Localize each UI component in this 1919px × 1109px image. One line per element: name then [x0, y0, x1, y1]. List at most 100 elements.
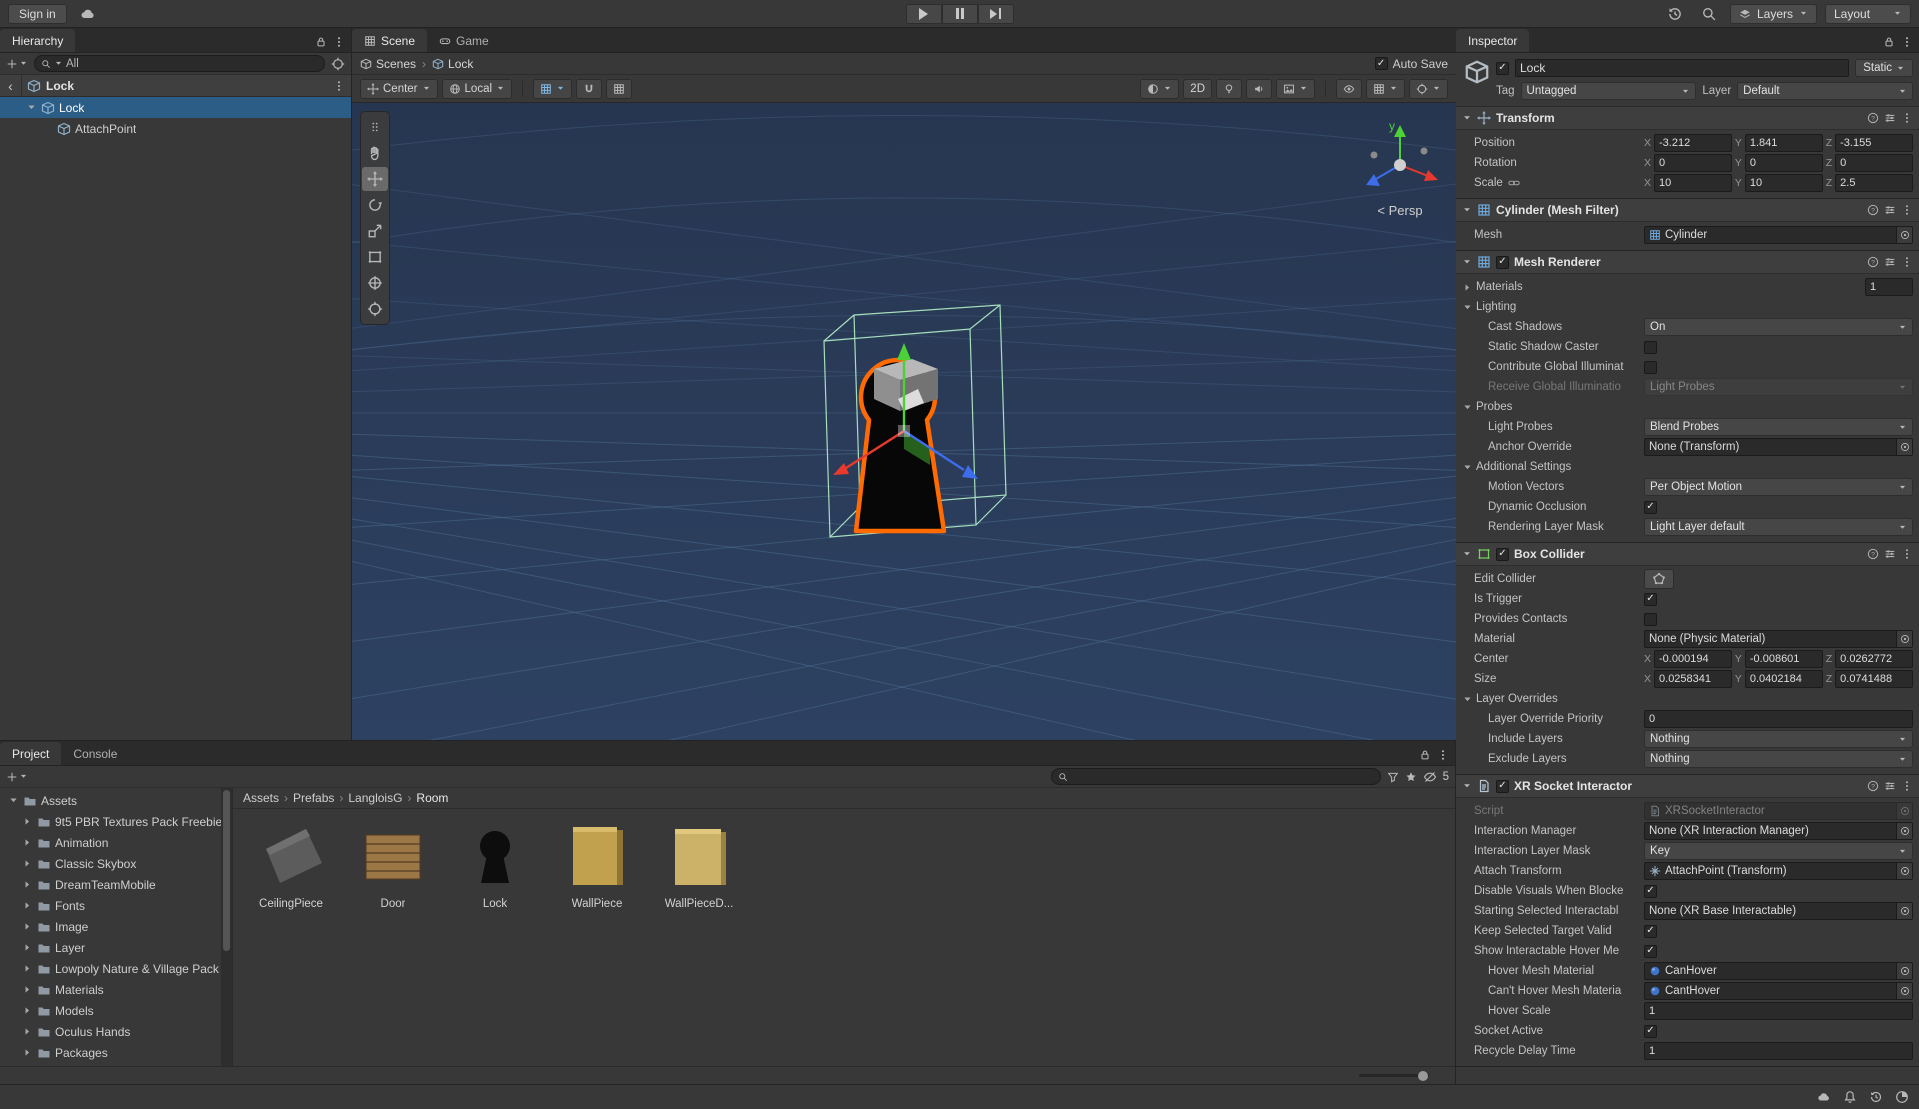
view-tool-button[interactable]: [362, 141, 388, 165]
asset-ceilingpiece[interactable]: CeilingPiece: [243, 817, 339, 910]
cast-shadows-dropdown[interactable]: On: [1644, 318, 1913, 336]
foldout-arrow[interactable]: [22, 858, 33, 869]
help-icon[interactable]: ?: [1867, 780, 1879, 792]
layout-dropdown[interactable]: Layout: [1825, 4, 1911, 24]
folder-layer[interactable]: Layer: [0, 937, 232, 958]
material-object-field[interactable]: None (Physic Material): [1644, 630, 1913, 648]
value-field[interactable]: -0.000194: [1654, 650, 1732, 668]
create-object-button[interactable]: [6, 58, 28, 70]
preset-icon[interactable]: [1884, 204, 1896, 216]
foldout-arrow[interactable]: [22, 984, 33, 995]
foldout-arrow[interactable]: [1462, 462, 1473, 473]
cloud-status-icon[interactable]: [1817, 1090, 1831, 1104]
foldout-arrow[interactable]: [22, 837, 33, 848]
grid-snap-button[interactable]: [606, 79, 632, 99]
static-dropdown[interactable]: Static: [1855, 59, 1913, 77]
menu-icon[interactable]: [1901, 548, 1913, 560]
component-header[interactable]: Transform?: [1456, 107, 1919, 130]
prefab-back-button[interactable]: ‹: [0, 75, 22, 96]
move-tool-button[interactable]: [362, 167, 388, 191]
foldout-arrow[interactable]: [22, 963, 33, 974]
value-field[interactable]: 0.0258341: [1654, 670, 1732, 688]
search-icon[interactable]: [1696, 4, 1722, 24]
object-picker-icon[interactable]: [1900, 986, 1910, 996]
hidden-packages-icon[interactable]: [1423, 770, 1437, 784]
foldout-arrow[interactable]: [22, 816, 33, 827]
crumb-assets[interactable]: Assets: [243, 791, 279, 805]
help-icon[interactable]: ?: [1867, 112, 1879, 124]
hover-mesh-material-object-field[interactable]: CanHover: [1644, 962, 1913, 980]
step-button[interactable]: [978, 4, 1014, 24]
folder-lowpoly-nature-village-pack[interactable]: Lowpoly Nature & Village Pack: [0, 958, 232, 979]
create-asset-button[interactable]: [6, 771, 28, 783]
is-trigger-checkbox[interactable]: [1644, 593, 1657, 606]
asset-wallpiece[interactable]: WallPiece: [549, 817, 645, 910]
interaction-manager-object-field[interactable]: None (XR Interaction Manager): [1644, 822, 1913, 840]
foldout-arrow[interactable]: [1462, 113, 1472, 123]
value-field[interactable]: 0: [1644, 710, 1913, 728]
folder-materials[interactable]: Materials: [0, 979, 232, 1000]
asset-door[interactable]: Door: [345, 817, 441, 910]
object-picker-icon[interactable]: [1900, 634, 1910, 644]
folder-pbrmaterials[interactable]: PBRMaterials: [0, 1063, 232, 1066]
socket-active-checkbox[interactable]: [1644, 1025, 1657, 1038]
folder-oculus-hands[interactable]: Oculus Hands: [0, 1021, 232, 1042]
menu-icon[interactable]: [1437, 749, 1449, 761]
menu-icon[interactable]: [1901, 256, 1913, 268]
crumb-langloisg[interactable]: LangloisG: [348, 791, 402, 805]
component-header[interactable]: Mesh Renderer?: [1456, 251, 1919, 274]
notifications-icon[interactable]: [1843, 1090, 1857, 1104]
tab-hierarchy[interactable]: Hierarchy: [0, 29, 75, 52]
folder-9t5-pbr-textures-pack-freebie[interactable]: 9t5 PBR Textures Pack Freebie: [0, 811, 232, 832]
tool-handle-position-dropdown[interactable]: Center: [360, 79, 438, 99]
folder-classic-skybox[interactable]: Classic Skybox: [0, 853, 232, 874]
preset-icon[interactable]: [1884, 112, 1896, 124]
help-icon[interactable]: ?: [1867, 256, 1879, 268]
object-picker-icon[interactable]: [1900, 866, 1910, 876]
scene-picker-icon[interactable]: [331, 57, 345, 71]
layer-dropdown[interactable]: Default: [1737, 82, 1913, 100]
folder-models[interactable]: Models: [0, 1000, 232, 1021]
menu-icon[interactable]: [333, 36, 345, 48]
play-button[interactable]: [906, 4, 942, 24]
folder-fonts[interactable]: Fonts: [0, 895, 232, 916]
object-picker-icon[interactable]: [1900, 442, 1910, 452]
foldout-arrow[interactable]: [1462, 549, 1472, 559]
lock-icon[interactable]: [1883, 36, 1895, 48]
scene-canvas[interactable]: y < Persp: [352, 103, 1456, 740]
value-field[interactable]: 1: [1644, 1002, 1913, 1020]
foldout-arrow[interactable]: [22, 1047, 33, 1058]
foldout-arrow[interactable]: [22, 879, 33, 890]
preset-icon[interactable]: [1884, 780, 1896, 792]
asset-wallpieced[interactable]: WallPieceD...: [651, 817, 747, 910]
sign-in-button[interactable]: Sign in: [8, 4, 67, 24]
component-header[interactable]: Box Collider?: [1456, 543, 1919, 566]
show-interactable-hover-me-checkbox[interactable]: [1644, 945, 1657, 958]
value-field[interactable]: 0.0741488: [1835, 670, 1913, 688]
value-field[interactable]: -3.155: [1835, 134, 1913, 152]
crumb-room[interactable]: Room: [416, 791, 448, 805]
scene-viewport[interactable]: y < Persp: [352, 103, 1456, 740]
receive-global-illuminatio-dropdown[interactable]: Light Probes: [1644, 378, 1913, 396]
transform-tool-button[interactable]: [362, 271, 388, 295]
dynamic-occlusion-checkbox[interactable]: [1644, 501, 1657, 514]
starting-selected-interactabl-object-field[interactable]: None (XR Base Interactable): [1644, 902, 1913, 920]
object-picker-icon[interactable]: [1900, 826, 1910, 836]
undo-history-icon[interactable]: [1662, 4, 1688, 24]
rotate-tool-button[interactable]: [362, 193, 388, 217]
include-layers-dropdown[interactable]: Nothing: [1644, 730, 1913, 748]
tab-scene[interactable]: Scene: [352, 29, 427, 52]
tool-handle-rotation-dropdown[interactable]: Local: [442, 79, 513, 99]
scale-tool-button[interactable]: [362, 219, 388, 243]
custom-tool-button[interactable]: [362, 297, 388, 321]
help-icon[interactable]: ?: [1867, 204, 1879, 216]
menu-icon[interactable]: [1901, 780, 1913, 792]
auto-save-checkbox[interactable]: [1375, 57, 1388, 70]
edit-collider-button[interactable]: [1644, 569, 1674, 589]
rendering-layer-mask-dropdown[interactable]: Light Layer default: [1644, 518, 1913, 536]
grid-visibility-dropdown[interactable]: [533, 79, 572, 99]
crumb-prefabs[interactable]: Prefabs: [293, 791, 334, 805]
component-view-dropdown[interactable]: [1366, 79, 1405, 99]
tab-project[interactable]: Project: [0, 742, 61, 765]
value-field[interactable]: 1: [1644, 1042, 1913, 1060]
